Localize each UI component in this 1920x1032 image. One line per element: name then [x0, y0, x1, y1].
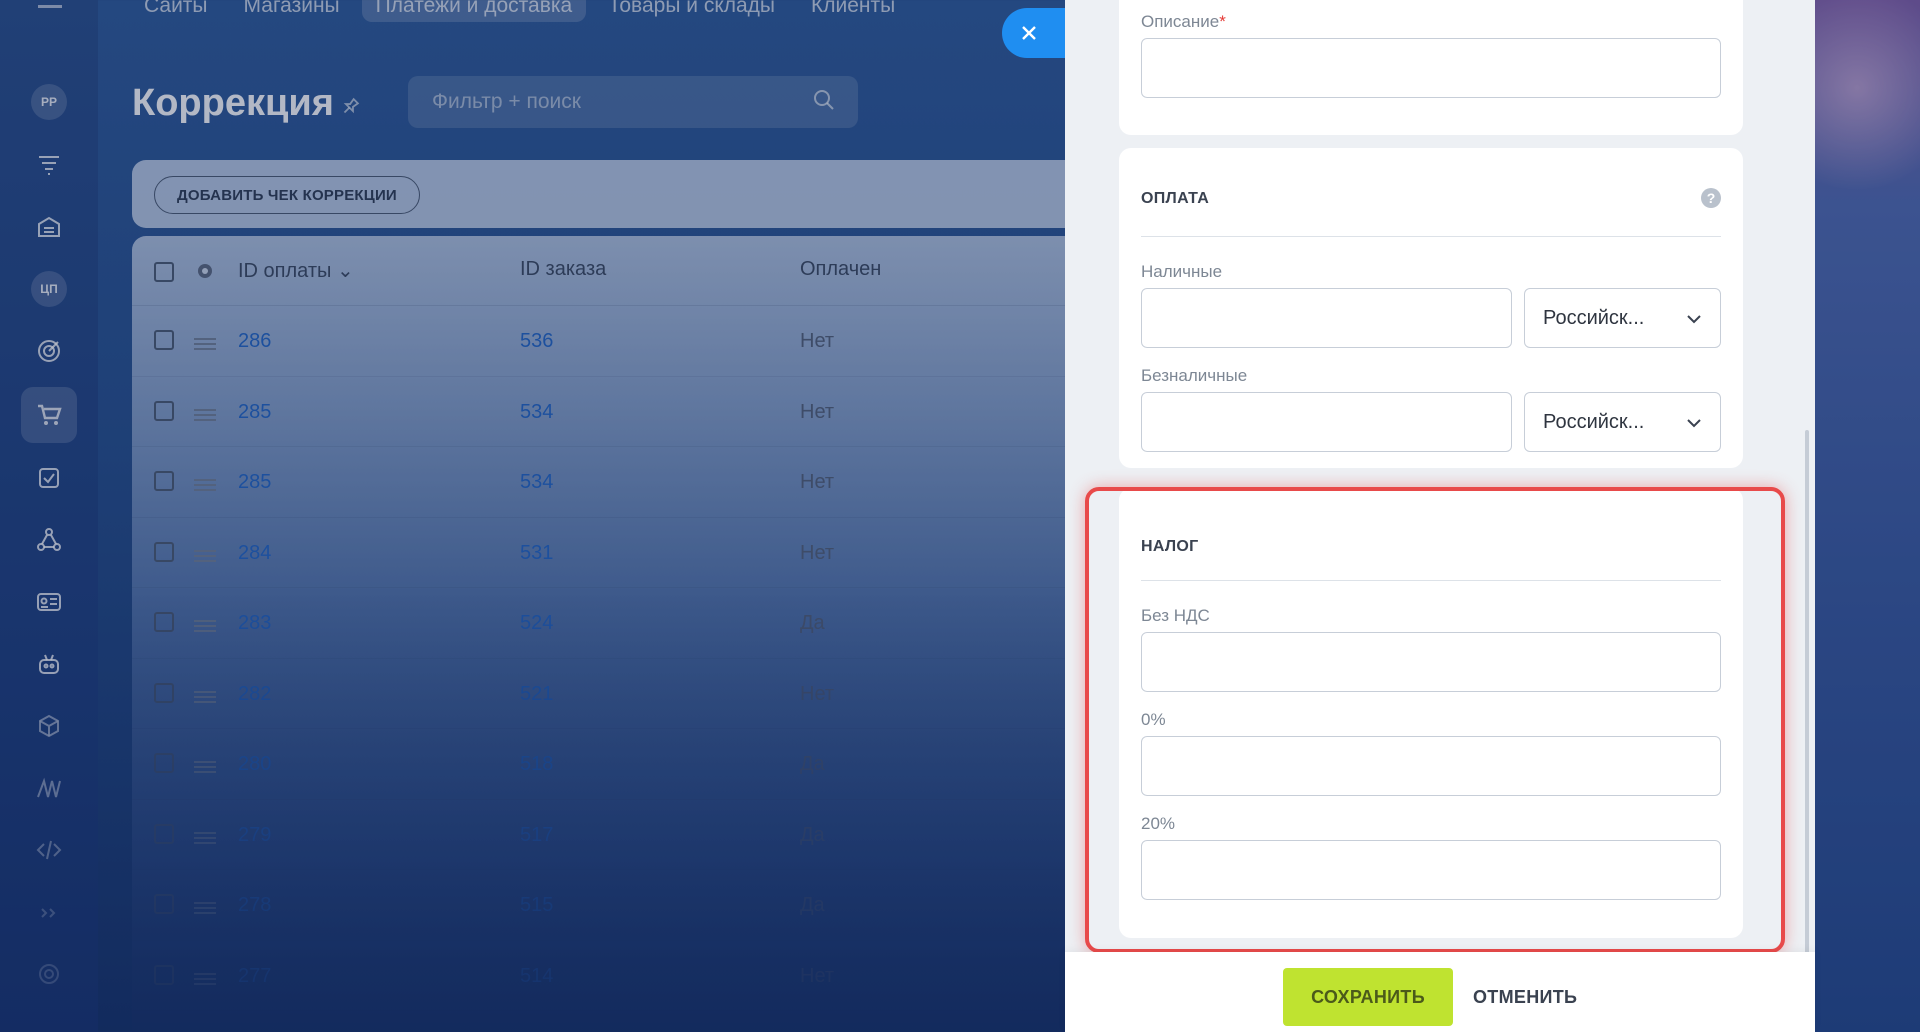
payment-card: ОПЛАТА ? Наличные Российск... Безналичны…: [1119, 148, 1743, 468]
required-mark: *: [1219, 12, 1226, 31]
cash-label: Наличные: [1141, 262, 1223, 281]
slider-footer: СОХРАНИТЬ ОТМЕНИТЬ: [1065, 952, 1815, 1032]
cashless-label: Безналичные: [1141, 366, 1248, 385]
close-slider-button[interactable]: [1002, 8, 1068, 58]
correction-slider: Описание* ОПЛАТА ? Наличные Российск... …: [1065, 0, 1815, 1032]
description-input[interactable]: [1141, 38, 1721, 98]
chevron-down-icon: [1687, 315, 1701, 324]
cashless-currency-select[interactable]: Российск...: [1524, 392, 1721, 452]
chevron-down-icon: [1687, 419, 1701, 428]
cash-input[interactable]: [1141, 288, 1512, 348]
cancel-button[interactable]: ОТМЕНИТЬ: [1465, 968, 1585, 1026]
cashless-input[interactable]: [1141, 392, 1512, 452]
description-card: Описание*: [1119, 0, 1743, 135]
payment-section-title: ОПЛАТА: [1141, 190, 1210, 207]
close-icon: [1022, 26, 1036, 40]
tax-highlight-frame: [1085, 487, 1785, 953]
description-label: Описание*: [1141, 12, 1226, 31]
slider-scrollbar[interactable]: [1805, 430, 1809, 1030]
help-icon[interactable]: ?: [1701, 188, 1721, 208]
section-divider: [1141, 236, 1721, 237]
save-button[interactable]: СОХРАНИТЬ: [1283, 968, 1453, 1026]
cash-currency-select[interactable]: Российск...: [1524, 288, 1721, 348]
cashless-currency-value: Российск...: [1543, 410, 1645, 433]
cash-currency-value: Российск...: [1543, 306, 1645, 329]
